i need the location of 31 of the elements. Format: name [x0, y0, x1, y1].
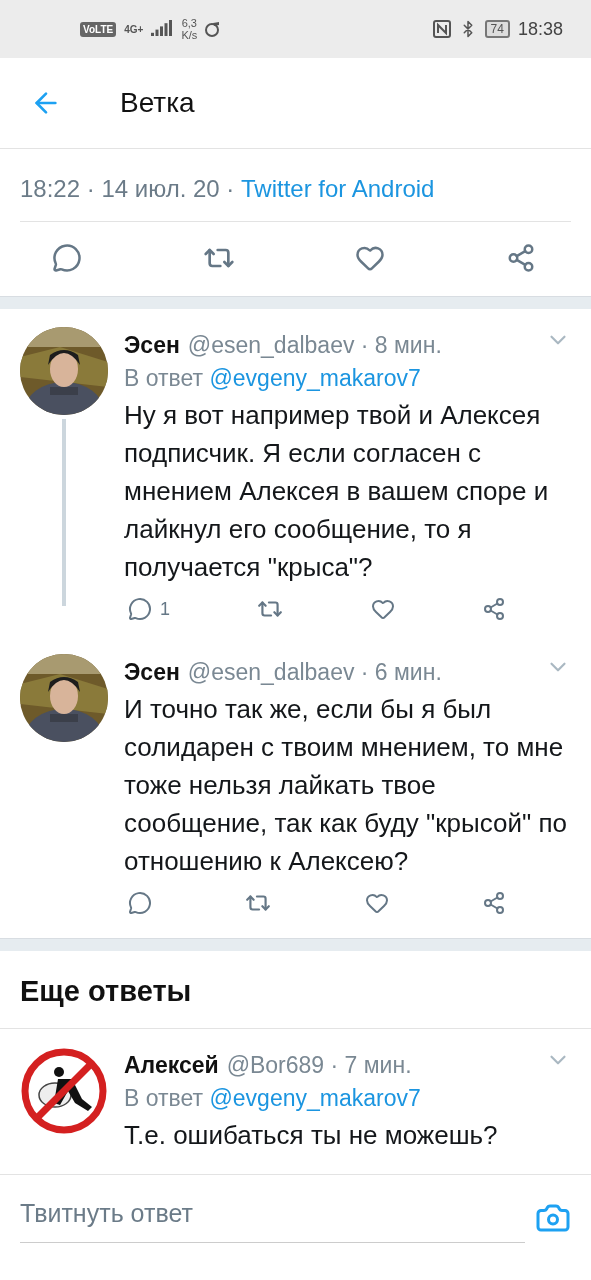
- tweet-text: И точно так же, если бы я был солидарен с твоим мнением, то мне тоже нельзя лайкать твое сообщение, так как буду "крысой" по отношению к Алексею?: [124, 693, 568, 878]
- mention-link[interactable]: @evgeny_makarov7: [209, 365, 421, 391]
- author-name: Эсен: [124, 659, 180, 686]
- page-title: Ветка: [120, 87, 195, 119]
- prohibition-sign-icon: [20, 1047, 108, 1135]
- speed-value: 6,3: [181, 17, 197, 29]
- speed-unit: K/s: [181, 29, 198, 41]
- author-handle: @esen_dalbaev · 8 мин.: [187, 332, 443, 359]
- signal-icon: [151, 20, 174, 38]
- author-name: Алексей: [124, 1052, 219, 1079]
- reply-button[interactable]: 1: [128, 596, 170, 622]
- mention-link[interactable]: @evgeny_makarov7: [209, 1085, 421, 1111]
- clock: 18:38: [517, 18, 563, 40]
- section-title: Еще ответы: [0, 951, 591, 1029]
- share-button[interactable]: [482, 596, 506, 622]
- share-button[interactable]: [482, 890, 506, 916]
- reply-button[interactable]: [128, 890, 152, 916]
- reply-button[interactable]: [52, 242, 82, 274]
- tweet-text: Т.е. ошибаться ты не можешь?: [124, 1119, 499, 1152]
- volte-badge: VoLTE: [80, 21, 117, 37]
- network-type: 4G+: [124, 23, 144, 35]
- tweet-timestamp: 18:22 · 14 июл. 20 ·: [20, 175, 235, 202]
- author-name: Эсен: [124, 332, 180, 359]
- author-handle: @esen_dalbaev · 6 мин.: [187, 659, 443, 686]
- tweet-text: Ну я вот например твой и Алексея подписчик. Я если согласен с мнением Алексея в вашем споре и лайкнул его сообщение, то я получается "крыса"?: [124, 399, 550, 584]
- source-link[interactable]: Twitter for Android: [241, 175, 435, 202]
- reply-label: В ответ: [124, 1085, 204, 1111]
- battery-level: 74: [484, 20, 510, 38]
- author-handle: @Bor689 · 7 мин.: [226, 1052, 413, 1079]
- nfc-icon: [432, 20, 451, 38]
- reply-label: В ответ: [124, 365, 204, 391]
